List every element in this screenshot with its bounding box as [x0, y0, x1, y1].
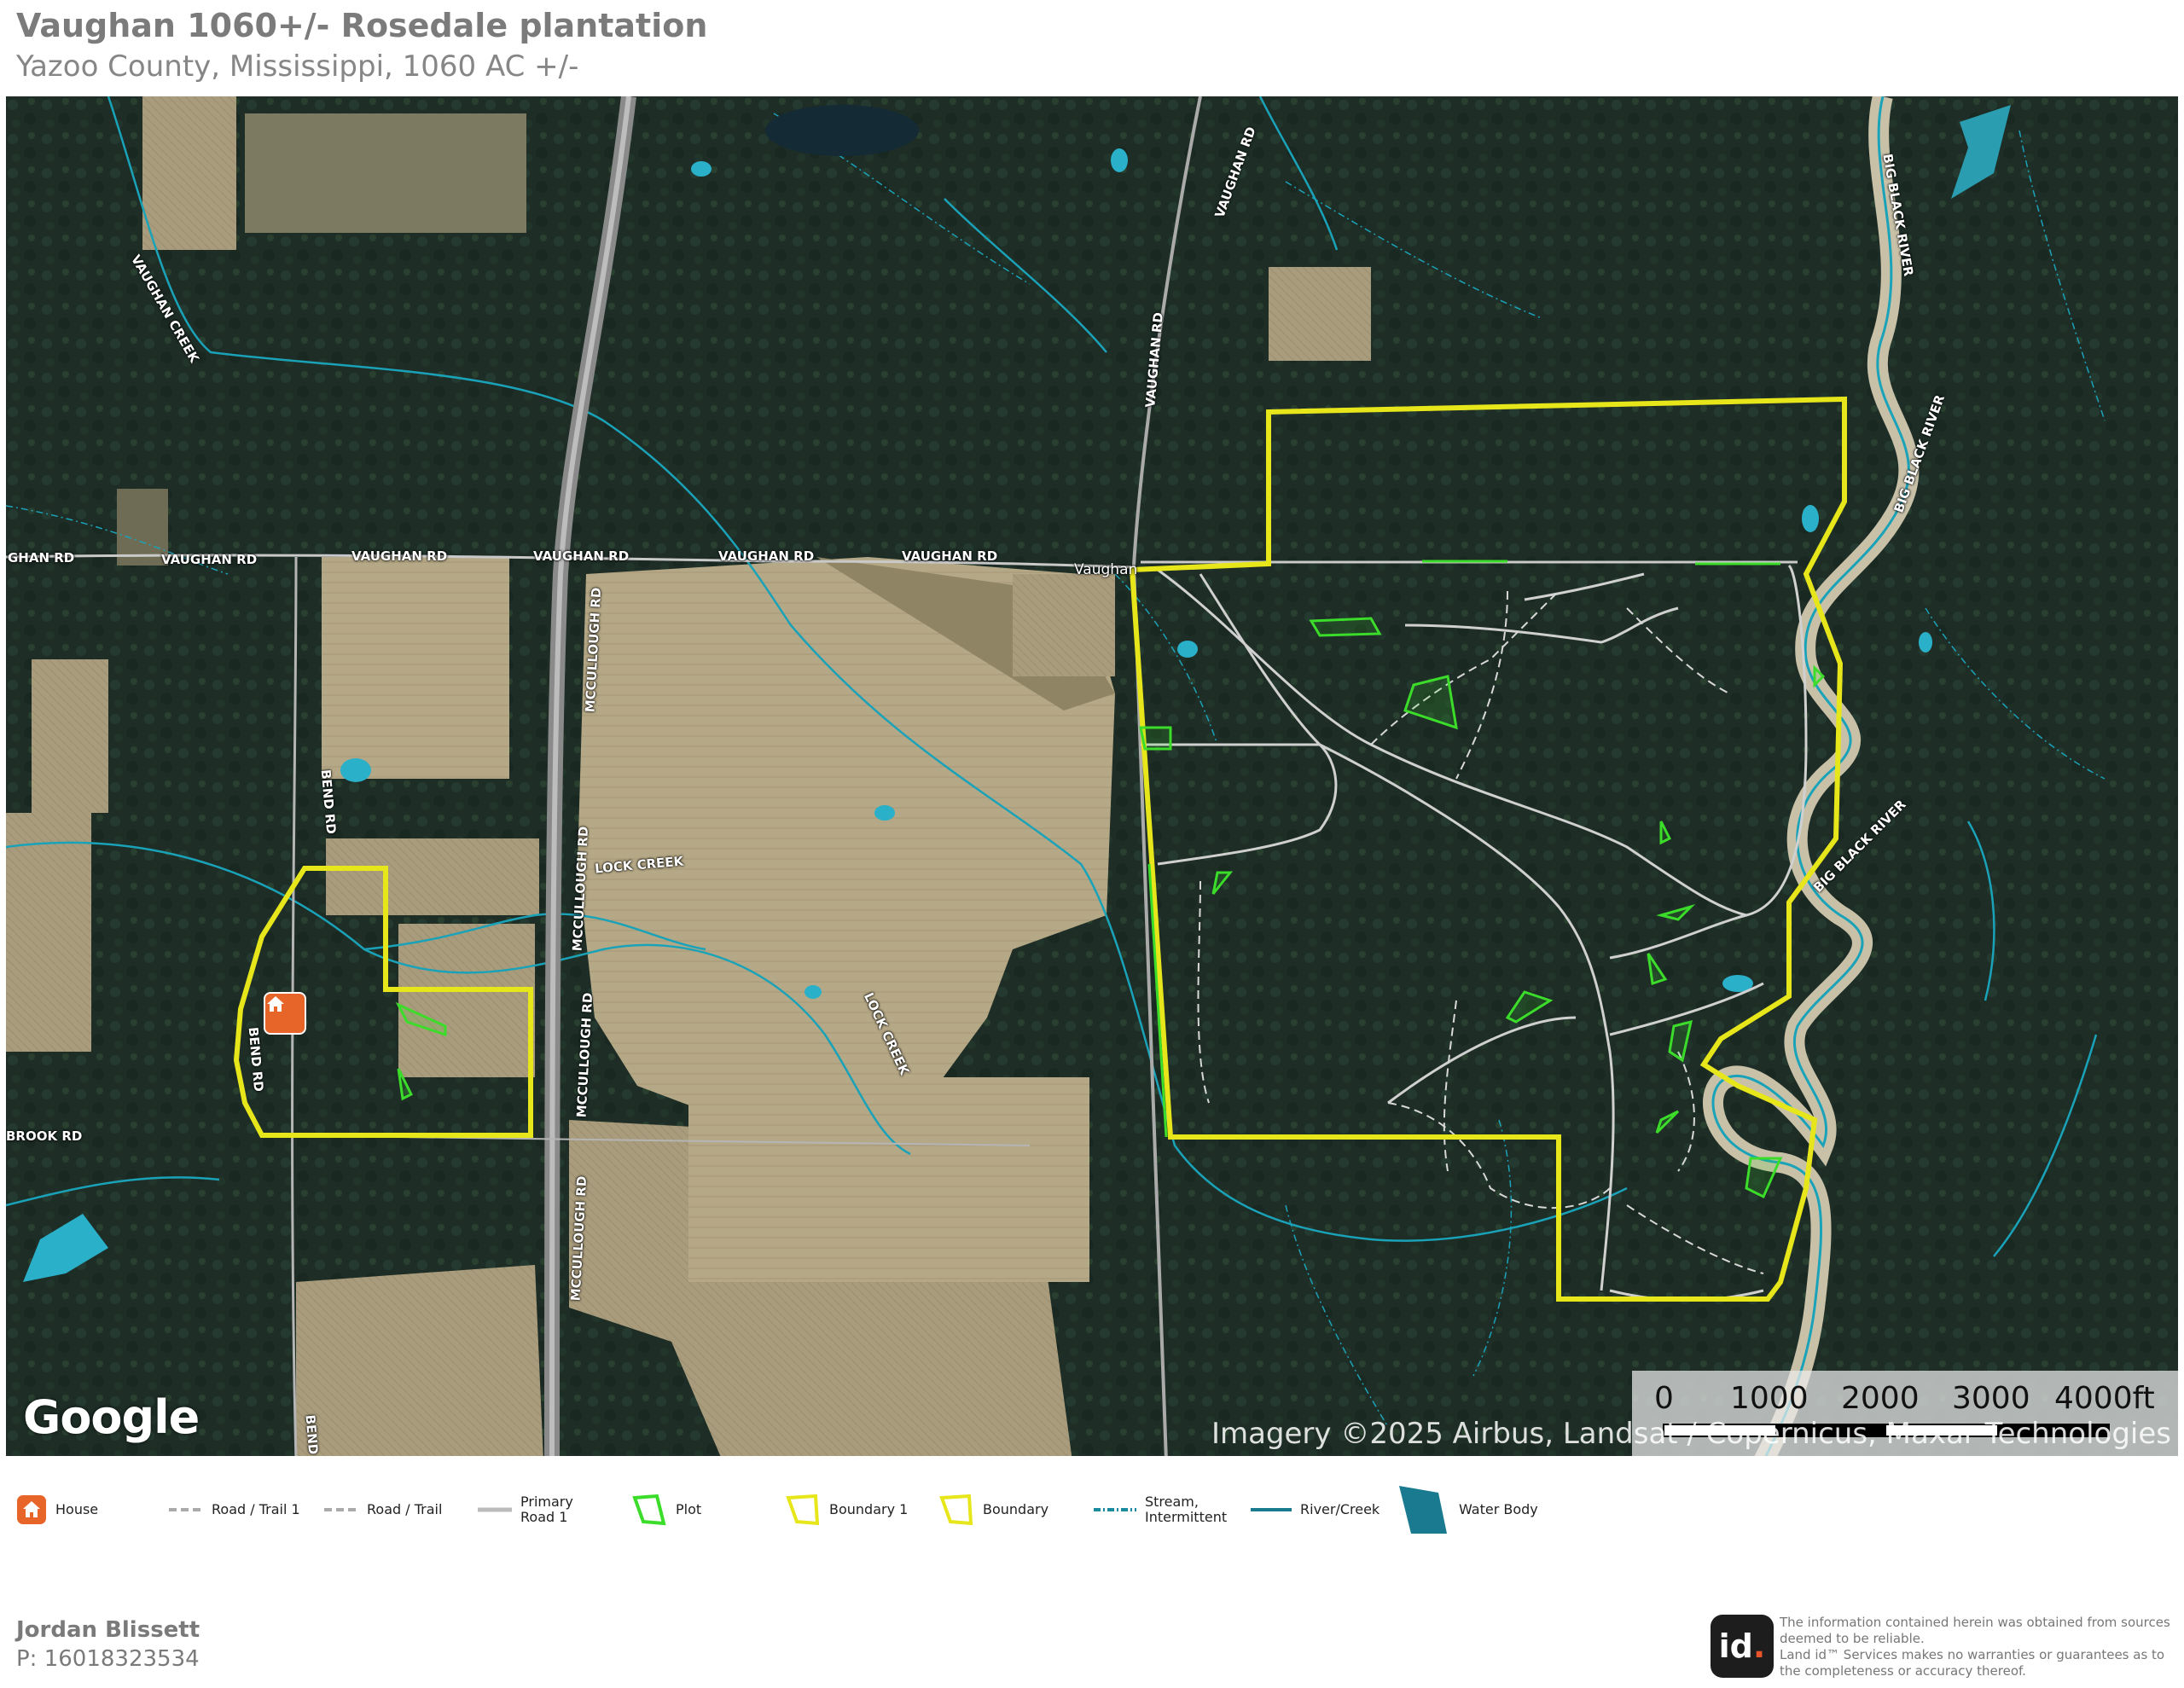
- land-id-logo: id.: [1711, 1615, 1774, 1678]
- legend-item-plot: Plot: [631, 1484, 701, 1535]
- legend-label: Primary Road 1: [520, 1494, 573, 1525]
- legend-item-primary-road: Primary Road 1: [478, 1484, 610, 1535]
- vaughan-rd-label: GHAN RD: [8, 550, 75, 566]
- scale-tick-label: 3000: [1952, 1381, 2030, 1416]
- legend-label: Boundary 1: [829, 1501, 909, 1517]
- house-marker[interactable]: [264, 992, 306, 1035]
- legend-label: Plot: [676, 1501, 702, 1517]
- dashed-line-icon: [324, 1508, 358, 1511]
- scale-tick-label: 1000: [1730, 1381, 1809, 1416]
- agent-phone: P: 16018323534: [16, 1646, 200, 1672]
- scale-tick-label: 0: [1654, 1381, 1674, 1416]
- legend-label: Stream, Intermittent: [1145, 1494, 1228, 1525]
- scale-tick-label: 2000: [1841, 1381, 1920, 1416]
- legend-item-river-creek: River/Creek: [1251, 1484, 1380, 1535]
- map-subtitle: Yazoo County, Mississippi, 1060 AC +/-: [16, 49, 579, 84]
- vaughan-rd-label: VAUGHAN RD: [351, 548, 448, 564]
- dash-dot-line-icon: [1094, 1508, 1136, 1511]
- legend-item-road-trail-1: Road / Trail 1: [169, 1484, 300, 1535]
- legend-label: River/Creek: [1300, 1501, 1380, 1517]
- legend-label: Road / Trail 1: [212, 1502, 300, 1517]
- map-title: Vaughan 1060+/- Rosedale plantation: [16, 7, 708, 44]
- boundary-polygon-icon: [786, 1494, 820, 1526]
- brook-rd-label: BROOK RD: [6, 1128, 83, 1144]
- agent-name: Jordan Blissett: [16, 1617, 200, 1643]
- disclaimer-line: The information contained herein was obt…: [1780, 1615, 2170, 1646]
- plot[interactable]: [1309, 617, 1382, 637]
- river-line-icon: [1251, 1508, 1292, 1511]
- vaughan-town-label: Vaughan: [1074, 561, 1138, 578]
- legend-label: Road / Trail: [367, 1501, 443, 1517]
- legend-item-house: House: [16, 1484, 98, 1535]
- dashed-line-icon: [169, 1508, 203, 1511]
- logo-text: id: [1718, 1627, 1753, 1665]
- legend-item-boundary-1: Boundary 1: [785, 1484, 908, 1535]
- vaughan-rd-label: VAUGHAN RD: [161, 552, 258, 567]
- satellite-map[interactable]: VAUGHAN CREEK GHAN RD VAUGHAN RD VAUGHAN…: [6, 96, 2178, 1456]
- house-icon: [17, 1495, 46, 1524]
- plot-polygon-icon: [632, 1494, 666, 1526]
- vaughan-rd-label: VAUGHAN RD: [902, 548, 998, 564]
- legend-label: Water Body: [1459, 1501, 1538, 1517]
- vaughan-rd-label: VAUGHAN RD: [718, 548, 815, 564]
- legend-item-water-body: Water Body: [1396, 1484, 1538, 1535]
- legend-label: House: [55, 1501, 99, 1517]
- disclaimer-line: Land id™ Services makes no warranties or…: [1780, 1647, 2165, 1679]
- solid-line-icon: [478, 1507, 512, 1512]
- disclaimer: The information contained herein was obt…: [1780, 1615, 2181, 1679]
- logo-dot: .: [1752, 1627, 1766, 1665]
- legend-item-boundary: Boundary: [938, 1484, 1048, 1535]
- house-icon: [267, 996, 284, 1012]
- legend-label: Boundary: [983, 1501, 1049, 1517]
- imagery-credit: Imagery ©2025 Airbus, Landsat / Copernic…: [1211, 1417, 2171, 1451]
- water-polygon-icon: [1399, 1486, 1447, 1534]
- legend-item-stream: Stream, Intermittent: [1094, 1484, 1239, 1535]
- scale-tick-label: 4000ft: [2054, 1381, 2155, 1416]
- vaughan-rd-label: VAUGHAN RD: [533, 548, 630, 564]
- google-logo: Google: [23, 1390, 200, 1444]
- boundary-polygon-icon: [939, 1494, 973, 1526]
- plot[interactable]: [1139, 726, 1172, 751]
- legend-item-road-trail: Road / Trail: [324, 1484, 442, 1535]
- map-legend: House Road / Trail 1 Road / Trail Primar…: [0, 1484, 1587, 1535]
